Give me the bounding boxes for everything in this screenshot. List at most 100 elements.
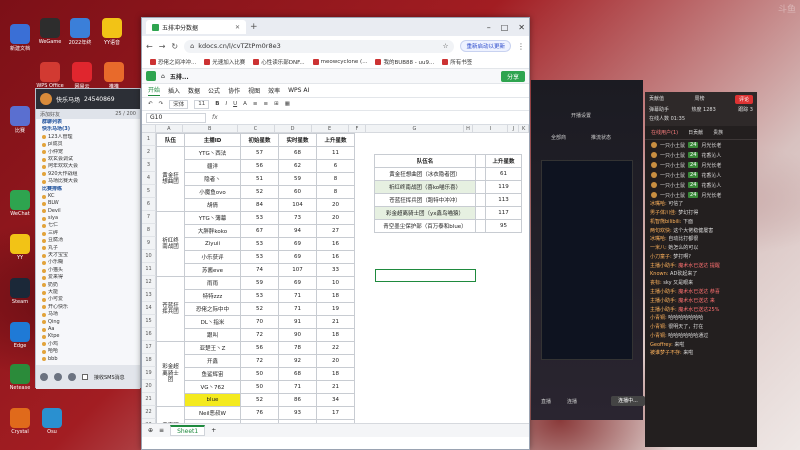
desktop-icon[interactable]: 比赛 — [4, 106, 36, 134]
undo-icon[interactable]: ↶ — [148, 101, 153, 107]
column-header[interactable]: B — [183, 125, 238, 132]
total-cell[interactable]: 117 — [485, 206, 522, 220]
table-cell[interactable]: 60 — [278, 185, 317, 199]
table-cell[interactable]: 59 — [278, 172, 317, 186]
desktop-icon[interactable]: 推推 — [98, 62, 130, 90]
bookmark-item[interactable]: meowcyclone (... — [312, 59, 367, 65]
table-cell[interactable]: 56 — [240, 159, 279, 173]
chat-sender[interactable]: Geoffrey: — [650, 342, 673, 348]
table-cell[interactable]: 104 — [278, 198, 317, 212]
list-item[interactable]: Ktpe — [36, 333, 140, 340]
rank-row[interactable]: 一只小土鼠 24 花香沁人 — [645, 170, 757, 180]
live-tab[interactable]: 日贡献 — [688, 129, 703, 136]
table-cell[interactable]: 73 — [278, 211, 317, 225]
list-item[interactable]: Aa — [36, 326, 140, 333]
column-header[interactable]: I — [473, 125, 509, 132]
spreadsheet-grid[interactable]: ABCDEFGHIJK 1 2 3 4 5 6 7 8 9 10 11 12 13 14 15 16 17 18 1… — [142, 125, 529, 437]
desktop-icon[interactable]: 新建文档 — [4, 24, 36, 52]
table-cell[interactable]: 鱼鲨辉宙 — [184, 367, 241, 381]
settings-icon[interactable] — [40, 373, 48, 381]
chat-sender[interactable]: Known: — [650, 271, 668, 277]
chat-sender[interactable]: 冰嘴哈: — [650, 201, 667, 207]
desktop-icon[interactable]: 2022年终 — [64, 18, 96, 46]
menu-item[interactable]: 插入 — [168, 86, 180, 95]
table-cell[interactable]: 53 — [240, 289, 279, 303]
table-cell[interactable]: 18 — [316, 289, 355, 303]
list-item[interactable]: 小乐糊 — [36, 259, 140, 266]
table-cell[interactable]: 68 — [278, 367, 317, 381]
selected-cell[interactable] — [375, 269, 476, 282]
team-name-cell[interactable]: 黄金狂想曲团 — [156, 146, 185, 212]
column-header[interactable]: K — [519, 125, 529, 132]
list-item[interactable]: 开心快乐 — [36, 304, 140, 311]
chat-sender[interactable]: 主播小助手: — [650, 307, 677, 313]
table-cell[interactable]: 71 — [278, 380, 317, 394]
add-sheet-button[interactable]: + — [211, 427, 216, 434]
desktop-icon[interactable]: Netease — [4, 364, 36, 391]
italic-button[interactable]: I — [225, 101, 227, 107]
table-cell[interactable]: 84 — [240, 198, 279, 212]
table-cell[interactable]: 16 — [316, 250, 355, 264]
table-cell[interactable]: 疆洋 — [184, 159, 241, 173]
chat-sender[interactable]: 两句欢快: — [650, 228, 672, 234]
column-title[interactable]: 队伍 — [156, 133, 185, 147]
column-title[interactable]: 实时星数 — [278, 133, 317, 147]
table-cell[interactable]: 6 — [316, 159, 355, 173]
table-cell[interactable]: 18 — [316, 328, 355, 342]
speaker-icon[interactable] — [54, 373, 62, 381]
close-window-button[interactable]: ✕ — [518, 23, 525, 32]
total-cell[interactable]: 61 — [485, 167, 522, 181]
list-item[interactable]: 七仁 — [36, 222, 140, 229]
avatar[interactable] — [40, 93, 52, 105]
list-item[interactable]: 爱来得 — [36, 274, 140, 281]
back-icon[interactable]: ← — [146, 42, 153, 51]
desktop-icon[interactable]: YY语音 — [96, 18, 128, 46]
list-item[interactable]: 快乐马场(3) — [36, 126, 140, 133]
sms-checkbox[interactable] — [82, 374, 88, 380]
contribution-tab[interactable]: 贡献值 — [649, 95, 664, 104]
fill-color-button[interactable]: A — [243, 101, 247, 107]
wps-logo-icon[interactable] — [146, 71, 156, 81]
sheet-list-icon[interactable]: ≡ — [159, 427, 164, 434]
table-cell[interactable]: 53 — [240, 211, 279, 225]
table-cell[interactable]: 91 — [278, 315, 317, 329]
desktop-icon[interactable]: YY — [4, 234, 36, 261]
table-cell[interactable]: 22 — [316, 341, 355, 355]
column-header[interactable] — [142, 125, 156, 132]
desktop-icon[interactable]: Osu — [36, 408, 68, 435]
table-cell[interactable]: 胡倩 — [184, 198, 241, 212]
desktop-icon[interactable]: Crystal — [4, 408, 36, 435]
reload-icon[interactable]: ↻ — [171, 42, 178, 51]
row-header[interactable]: 21 — [142, 393, 156, 406]
chat-sender[interactable]: 主播小助手: — [650, 298, 677, 304]
cell-reference-box[interactable]: G10 — [146, 112, 206, 123]
chat-status[interactable]: 添加好友 — [40, 111, 60, 118]
table-cell[interactable]: 18 — [316, 367, 355, 381]
list-item[interactable]: 哈哈 — [36, 348, 140, 355]
document-title[interactable]: 五排... — [170, 72, 189, 81]
table-cell[interactable]: 62 — [278, 159, 317, 173]
chat-sender[interactable]: 机智熊bilibili: — [650, 219, 681, 225]
table-cell[interactable]: 20 — [316, 211, 355, 225]
live-tab[interactable]: 贵族 — [713, 129, 723, 136]
desktop-icon[interactable]: 网易云 — [66, 62, 98, 90]
chat-sender[interactable]: 一米八: — [650, 245, 667, 251]
chat-sender[interactable]: 小青铜: — [650, 333, 667, 339]
list-item[interactable]: 欢玄会调试 — [36, 156, 140, 163]
table-cell[interactable]: 苏酱eve — [184, 263, 241, 277]
maximize-button[interactable]: □ — [501, 23, 509, 32]
table-cell[interactable]: 92 — [278, 354, 317, 368]
menu-item[interactable]: 视图 — [248, 86, 260, 95]
table-cell[interactable]: DL丶指米 — [184, 315, 241, 329]
table-cell[interactable]: YTG丶西法 — [184, 146, 241, 160]
formula-input[interactable] — [224, 113, 525, 123]
list-item[interactable]: 马场 — [36, 311, 140, 318]
list-item[interactable]: 123人管理 — [36, 134, 140, 141]
stream-all-label[interactable]: 全部商 — [551, 134, 566, 141]
table-cell[interactable]: 78 — [278, 341, 317, 355]
row-header[interactable]: 12 — [142, 276, 156, 289]
column-title[interactable]: 主播ID — [184, 133, 241, 147]
table-cell[interactable]: 86 — [278, 393, 317, 407]
table-cell[interactable]: 特特zzz — [184, 289, 241, 303]
team-cell[interactable]: 祈红终南战团（喜ko喵乐喜） — [374, 180, 476, 194]
